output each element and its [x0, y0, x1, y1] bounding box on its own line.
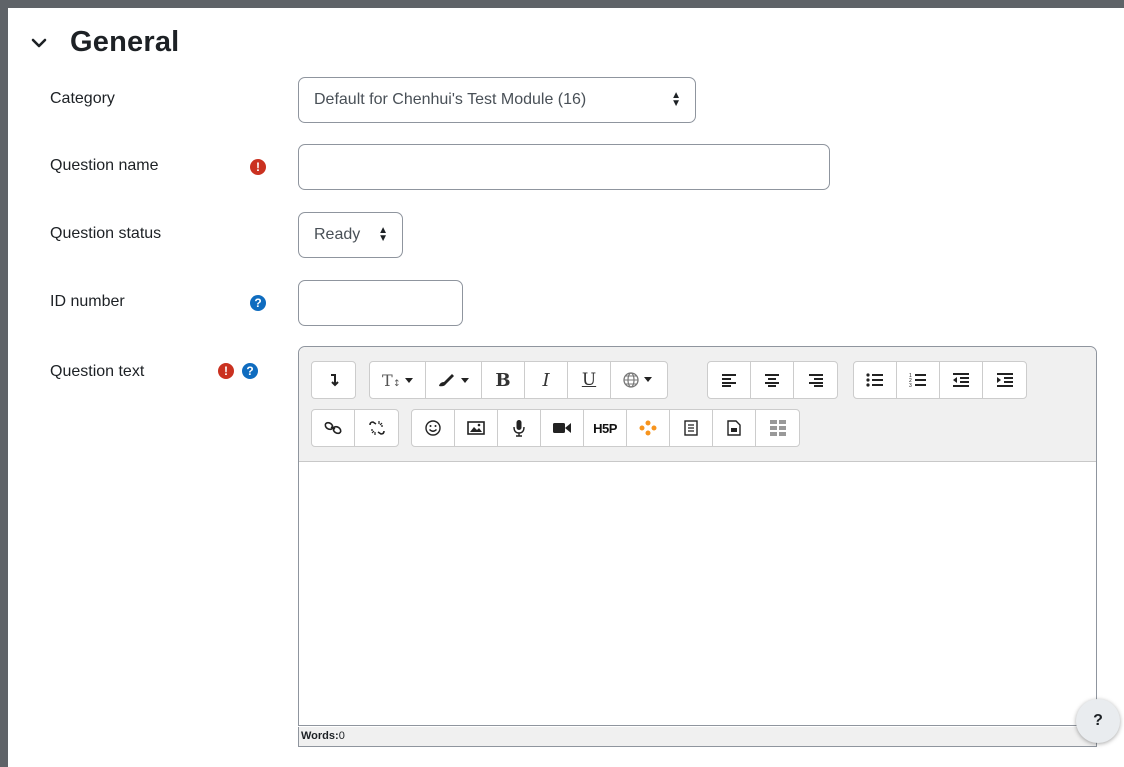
question-status-label: Question status	[50, 225, 162, 242]
language-icon[interactable]	[611, 362, 667, 398]
category-select[interactable]: Default for Chenhui's Test Module (16) ▲…	[298, 77, 696, 123]
indent-icon[interactable]	[983, 362, 1026, 398]
word-count: Words:0	[298, 727, 1097, 747]
section-header-general[interactable]: General	[30, 26, 179, 59]
bold-icon[interactable]: B	[482, 362, 525, 398]
underline-label: U	[581, 370, 597, 390]
outdent-icon[interactable]	[940, 362, 983, 398]
required-icon: !	[218, 363, 234, 379]
template-icon[interactable]	[670, 410, 713, 446]
align-left-icon[interactable]	[708, 362, 751, 398]
align-right-icon[interactable]	[794, 362, 837, 398]
toolbar-group-align	[707, 361, 838, 399]
question-text-editor: T ↕ B I U 123 H5P	[298, 346, 1097, 726]
table-icon[interactable]	[756, 410, 799, 446]
h5p-icon[interactable]: H5P	[584, 410, 627, 446]
id-number-label: ID number	[50, 293, 125, 310]
toolbar-group-style: T ↕ B I U	[369, 361, 668, 399]
bold-label: B	[495, 369, 511, 391]
help-icon[interactable]: ?	[242, 363, 258, 379]
chevron-down-icon[interactable]	[30, 34, 48, 52]
editor-toolbar: T ↕ B I U 123 H5P	[299, 347, 1096, 462]
word-count-value: 0	[338, 730, 345, 742]
svg-text:T: T	[382, 372, 393, 388]
id-number-row: ID number ?	[50, 280, 1110, 326]
italic-icon[interactable]: I	[525, 362, 568, 398]
underline-icon[interactable]: U	[568, 362, 611, 398]
unlink-icon[interactable]	[355, 410, 398, 446]
question-name-label: Question name	[50, 157, 159, 174]
question-status-row: Question status Ready ▲ ▼	[50, 212, 1110, 258]
record-audio-icon[interactable]	[498, 410, 541, 446]
collapse-toolbar-icon[interactable]	[312, 362, 355, 398]
help-icon[interactable]: ?	[250, 295, 266, 311]
section-title: General	[70, 26, 180, 58]
word-count-label: Words:	[301, 730, 339, 742]
media-file-icon[interactable]	[713, 410, 756, 446]
category-label: Category	[50, 90, 115, 107]
question-name-input[interactable]	[298, 144, 830, 190]
question-status-select[interactable]: Ready ▲ ▼	[298, 212, 403, 258]
text-color-icon[interactable]	[426, 362, 482, 398]
required-icon: !	[250, 159, 266, 175]
toolbar-group-lists: 123	[853, 361, 1027, 399]
svg-text:↕: ↕	[393, 379, 401, 388]
question-name-row: Question name !	[50, 144, 1110, 190]
select-arrows-icon: ▲ ▼	[671, 90, 681, 109]
font-size-icon[interactable]: T ↕	[370, 362, 426, 398]
category-row: Category Default for Chenhui's Test Modu…	[50, 77, 1110, 123]
italic-label: I	[542, 369, 550, 391]
window-frame-top	[0, 0, 1124, 8]
id-number-input[interactable]	[298, 280, 463, 326]
question-text-row: Question text ! ?	[50, 346, 290, 380]
dots-icon[interactable]	[627, 410, 670, 446]
link-icon[interactable]	[312, 410, 355, 446]
toolbar-group-links	[311, 409, 399, 447]
record-video-icon[interactable]	[541, 410, 584, 446]
help-floating-button[interactable]: ?	[1076, 699, 1120, 743]
question-status-value: Ready	[314, 226, 361, 243]
select-arrows-icon: ▲ ▼	[378, 225, 388, 244]
question-text-label: Question text	[50, 363, 145, 380]
toolbar-group-collapse	[311, 361, 356, 399]
h5p-label: H5P	[593, 420, 617, 436]
category-select-value: Default for Chenhui's Test Module (16)	[314, 91, 587, 108]
window-frame-left	[0, 0, 8, 767]
align-center-icon[interactable]	[751, 362, 794, 398]
help-button-label: ?	[1093, 712, 1103, 729]
emoji-icon[interactable]	[412, 410, 455, 446]
numbered-list-icon[interactable]: 123	[897, 362, 940, 398]
bullet-list-icon[interactable]	[854, 362, 897, 398]
svg-text:3: 3	[909, 383, 912, 388]
toolbar-group-insert: H5P	[411, 409, 800, 447]
image-icon[interactable]	[455, 410, 498, 446]
editor-content-area[interactable]	[299, 462, 1096, 726]
